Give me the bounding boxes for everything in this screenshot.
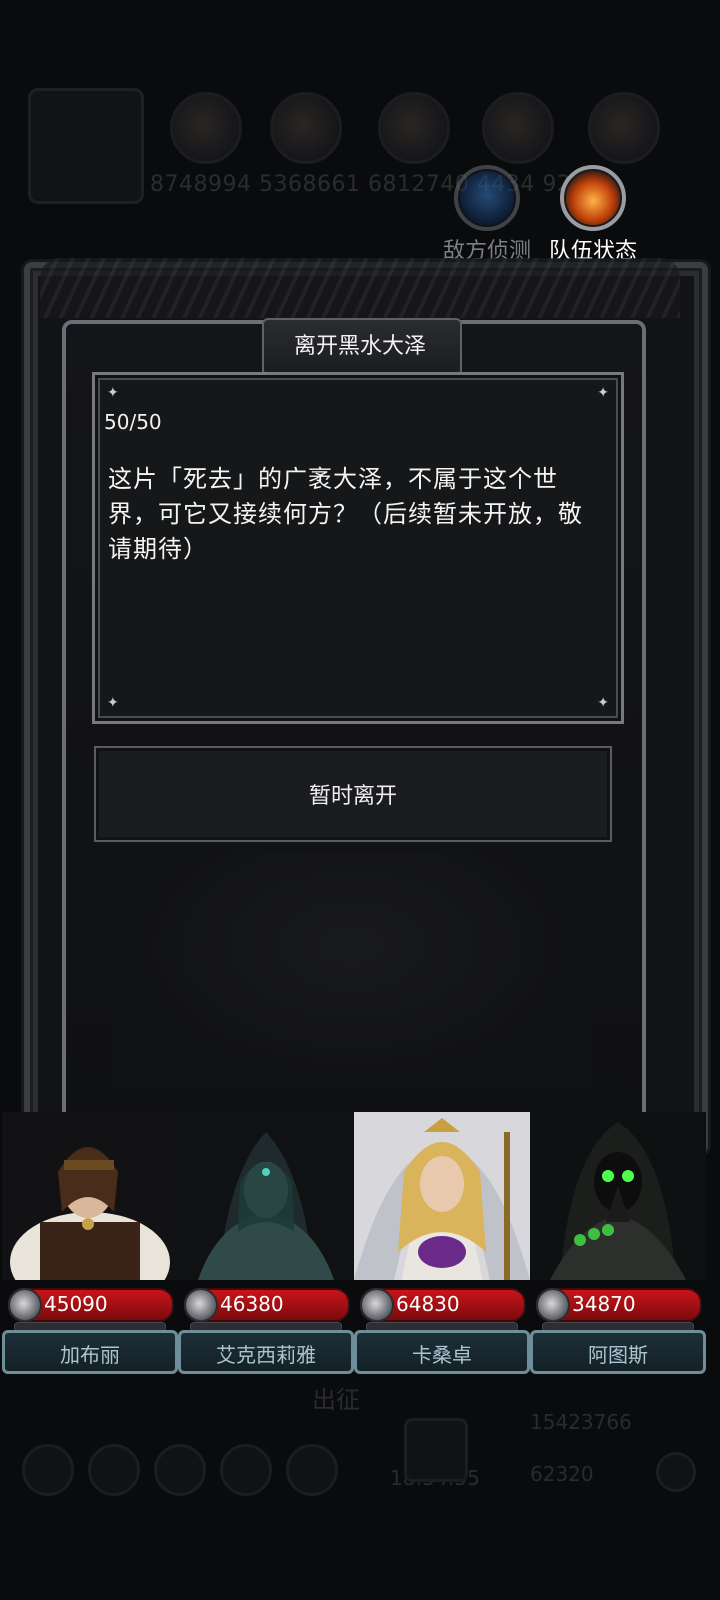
sword-icon (360, 1288, 394, 1322)
hero-portrait (178, 1112, 354, 1280)
frame-ornament (40, 258, 680, 318)
resource-icon (588, 92, 660, 164)
hero-card[interactable]: 64830 卡桑卓 (354, 1112, 530, 1374)
hero-power-value: 46380 (220, 1292, 284, 1316)
hero-power-bar: 46380 (184, 1288, 350, 1322)
event-counter: 50/50 (104, 410, 162, 434)
team-status-button[interactable]: 队伍状态 (538, 165, 648, 265)
sword-icon (536, 1288, 570, 1322)
hero-power-value: 64830 (396, 1292, 460, 1316)
resource-icon (170, 92, 242, 164)
hero-portrait (354, 1112, 530, 1280)
player-portrait (28, 88, 144, 204)
march-label: 出征 (312, 1386, 360, 1414)
hero-portrait (2, 1112, 178, 1280)
hero-card[interactable]: 34870 阿图斯 (530, 1112, 706, 1374)
corner-star-icon: ✦ (107, 695, 119, 711)
hero-name-button[interactable]: 卡桑卓 (354, 1330, 530, 1374)
menu-icon (88, 1444, 140, 1496)
corner-star-icon: ✦ (107, 385, 119, 401)
menu-icon (154, 1444, 206, 1496)
fire-burst-icon (560, 165, 626, 231)
corner-star-icon: ✦ (597, 385, 609, 401)
hero-name: 阿图斯 (588, 1343, 648, 1367)
bottom-resource-value: 15423766 (530, 1410, 632, 1434)
hero-power-value: 45090 (44, 1292, 108, 1316)
hero-name: 加布丽 (60, 1343, 120, 1367)
resource-icon (378, 92, 450, 164)
gift-icon (404, 1418, 468, 1482)
leave-temporarily-button[interactable]: 暂时离开 (94, 746, 612, 842)
corner-star-icon: ✦ (597, 695, 609, 711)
hero-name-button[interactable]: 阿图斯 (530, 1330, 706, 1374)
radar-icon (454, 165, 520, 231)
hero-name: 艾克西莉雅 (216, 1343, 316, 1367)
menu-icon (286, 1444, 338, 1496)
sword-icon (184, 1288, 218, 1322)
menu-icon (22, 1444, 74, 1496)
event-message: 这片「死去」的广袤大泽，不属于这个世界，可它又接续何方？（后续暂未开放，敬请期待… (108, 465, 583, 563)
resource-icon (270, 92, 342, 164)
enemy-scout-button[interactable]: 敌方侦测 (432, 165, 542, 265)
hero-card[interactable]: 45090 加布丽 (2, 1112, 178, 1374)
menu-icon (220, 1444, 272, 1496)
bottom-resource-value: 62320 (530, 1462, 594, 1486)
dialog-title: 离开黑水大泽 (293, 334, 426, 359)
hero-power-bar: 45090 (8, 1288, 174, 1322)
resource-icon (482, 92, 554, 164)
hero-portrait (530, 1112, 706, 1280)
hero-power-bar: 64830 (360, 1288, 526, 1322)
hero-card[interactable]: 46380 艾克西莉雅 (178, 1112, 354, 1374)
dialog-background-art (112, 850, 592, 1090)
hero-name: 卡桑卓 (412, 1343, 472, 1367)
hero-power-bar: 34870 (536, 1288, 702, 1322)
hero-name-button[interactable]: 加布丽 (2, 1330, 178, 1374)
leave-button-label: 暂时离开 (308, 784, 397, 809)
sword-icon (8, 1288, 42, 1322)
plus-icon (656, 1452, 696, 1492)
hero-power-value: 34870 (572, 1292, 636, 1316)
hero-name-button[interactable]: 艾克西莉雅 (178, 1330, 354, 1374)
